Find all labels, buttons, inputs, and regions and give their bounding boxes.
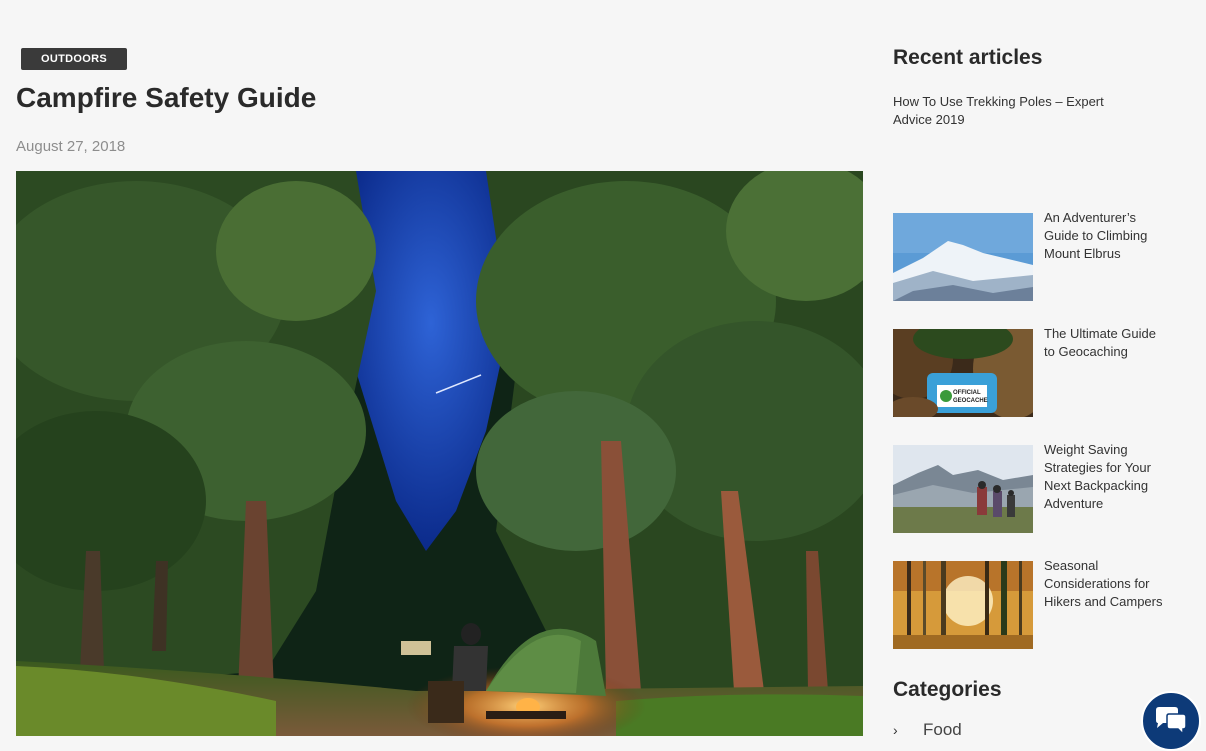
chat-bubbles-icon: [1156, 707, 1187, 736]
categories-heading: Categories: [893, 678, 1002, 701]
chevron-right-icon: ›: [893, 722, 898, 738]
recent-article-elbrus[interactable]: An Adventurer’s Guide to Climbing Mount …: [893, 210, 1173, 301]
thumb-geocache-box[interactable]: OFFICIAL GEOCACHE: [893, 329, 1033, 417]
recent-article-weight-saving[interactable]: Weight Saving Strategies for Your Next B…: [893, 442, 1173, 533]
thumb-hikers-mountains[interactable]: [893, 445, 1033, 533]
thumb-autumn-forest[interactable]: [893, 561, 1033, 649]
article-title[interactable]: Weight Saving Strategies for Your Next B…: [1044, 441, 1164, 513]
category-label[interactable]: Food: [923, 720, 962, 740]
chat-button[interactable]: [1141, 691, 1201, 751]
hero-image-campfire-forest: [16, 171, 863, 736]
recent-article-link-trekking[interactable]: How To Use Trekking Poles – Expert Advic…: [893, 93, 1143, 129]
article-title[interactable]: The Ultimate Guide to Geocaching: [1044, 325, 1164, 361]
post-title: Campfire Safety Guide: [16, 82, 317, 113]
category-item-food[interactable]: › Food: [893, 720, 962, 740]
recent-articles-heading: Recent articles: [893, 46, 1043, 69]
recent-article-seasonal[interactable]: Seasonal Considerations for Hikers and C…: [893, 558, 1173, 649]
article-title[interactable]: An Adventurer’s Guide to Climbing Mount …: [1044, 209, 1164, 263]
thumb-mountain-snow[interactable]: [893, 213, 1033, 301]
geocache-label-line2: GEOCACHE: [953, 398, 988, 404]
post-date: August 27, 2018: [16, 138, 126, 155]
recent-article-geocaching[interactable]: OFFICIAL GEOCACHE The Ultimate Guide to …: [893, 326, 1173, 417]
article-title[interactable]: Seasonal Considerations for Hikers and C…: [1044, 557, 1164, 611]
geocache-label-line1: OFFICIAL: [953, 390, 981, 396]
category-badge[interactable]: OUTDOORS: [21, 48, 127, 70]
